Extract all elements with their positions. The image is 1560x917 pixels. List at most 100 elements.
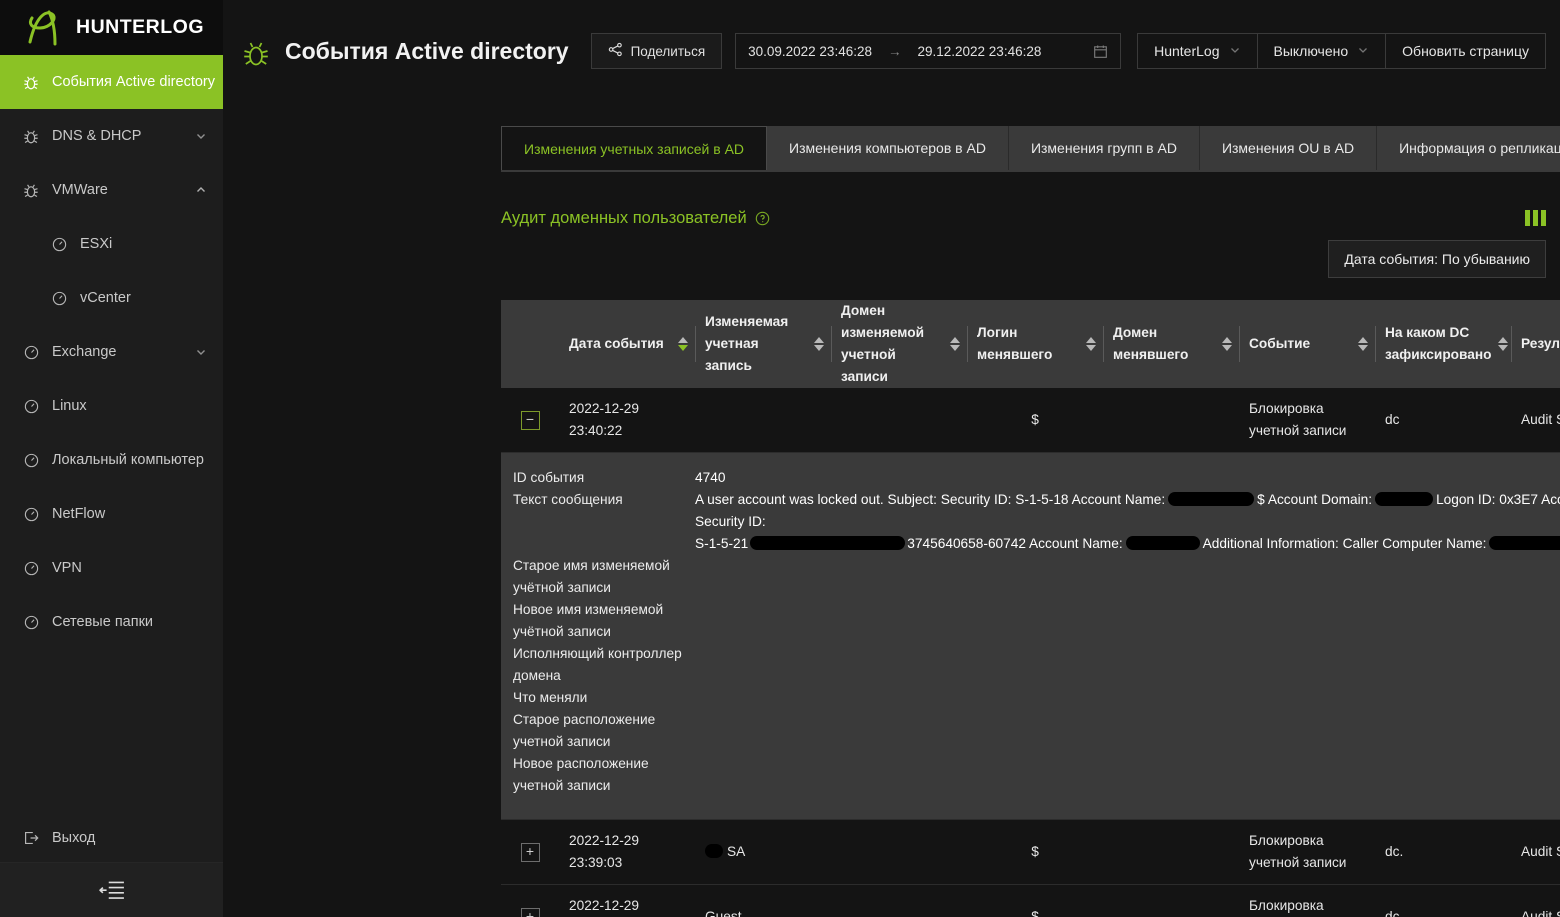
sort-toggle-icon[interactable] — [1222, 337, 1233, 351]
detail-field-row: Исполняющий контроллер домена — [513, 643, 1560, 687]
collapse-sidebar-icon[interactable] — [0, 862, 223, 917]
column-header-dc[interactable]: На каком DC зафиксировано — [1375, 300, 1511, 388]
cell-result: Audit Success — [1511, 819, 1560, 885]
sidebar-item-label: Локальный компьютер — [52, 452, 204, 468]
detail-field-list: Старое имя изменяемой учётной записи Нов… — [501, 555, 1560, 797]
sidebar: HUNTERLOG События Active directory DNS &… — [0, 0, 223, 917]
refresh-page-label: Обновить страницу — [1402, 43, 1529, 59]
gauge-icon — [50, 289, 68, 307]
account-select[interactable]: HunterLog — [1137, 33, 1258, 69]
cell-login-domain — [1103, 819, 1239, 885]
cell-dc: dc. — [1375, 819, 1511, 885]
sidebar-item-vmware[interactable]: VMWare — [0, 163, 223, 217]
tab-account-changes[interactable]: Изменения учетных записей в AD — [501, 126, 768, 170]
column-header-event-date[interactable]: Дата события — [559, 300, 695, 388]
refresh-page-button[interactable]: Обновить страницу — [1386, 33, 1546, 69]
cell-result: Audit Success — [1511, 884, 1560, 917]
gauge-icon — [22, 613, 40, 631]
chevron-down-icon — [195, 130, 207, 142]
expand-row-icon[interactable]: + — [520, 842, 540, 862]
date-range-picker[interactable]: 30.09.2022 23:46:28 → 29.12.2022 23:46:2… — [735, 33, 1122, 69]
date-to-value[interactable]: 29.12.2022 23:46:28 — [917, 44, 1041, 59]
detail-field-label: Новое расположение учетной записи — [513, 756, 649, 793]
row-expander-cell[interactable]: + — [501, 884, 559, 917]
row-expander-cell[interactable]: − — [501, 388, 559, 453]
sort-toggle-icon[interactable] — [950, 337, 961, 351]
expand-row-icon[interactable]: + — [520, 907, 540, 917]
column-header-changed-account[interactable]: Изменяемая учетная запись — [695, 300, 831, 388]
sort-toggle-icon[interactable] — [1086, 337, 1097, 351]
table-row[interactable]: + 2022-12-29 23:39:03 SA $ Блокировка уч… — [501, 819, 1560, 885]
question-circle-icon[interactable] — [755, 211, 770, 226]
sort-order-chip[interactable]: Дата события: По убыванию — [1328, 240, 1546, 278]
table-row[interactable]: − 2022-12-29 23:40:22 $ Блокировка учетн… — [501, 388, 1560, 453]
sidebar-item-label: Linux — [52, 398, 87, 414]
sort-toggle-icon[interactable] — [814, 337, 825, 351]
detail-event-id-row: ID события 4740 — [501, 467, 1560, 489]
calendar-icon[interactable] — [1093, 44, 1108, 59]
detail-field-row: Старое имя изменяемой учётной записи — [513, 555, 1560, 599]
detail-message-row: Текст сообщения A user account was locke… — [501, 489, 1560, 555]
bug-icon — [22, 181, 40, 199]
sidebar-item-linux[interactable]: Linux — [0, 379, 223, 433]
row-detail-panel: ID события 4740 Текст сообщения A user a… — [501, 453, 1560, 819]
table-row[interactable]: + 2022-12-29 23:38:12 Guest $ Блокировка… — [501, 884, 1560, 917]
row-expander-cell[interactable]: + — [501, 819, 559, 885]
account-select-value: HunterLog — [1154, 43, 1220, 59]
detail-field-row: Новое расположение учетной записи — [513, 753, 1560, 797]
brand[interactable]: HUNTERLOG — [0, 0, 223, 55]
detail-field-row: Что меняли — [513, 687, 1560, 709]
sidebar-item-label: Exchange — [52, 344, 117, 360]
date-from-value[interactable]: 30.09.2022 23:46:28 — [748, 44, 872, 59]
sidebar-item-vpn[interactable]: VPN — [0, 541, 223, 595]
column-header-label: Логин менявшего — [977, 325, 1053, 362]
detail-message-label: Текст сообщения — [513, 492, 623, 507]
column-header-event[interactable]: Событие — [1239, 300, 1375, 388]
sidebar-item-dns-dhcp[interactable]: DNS & DHCP — [0, 109, 223, 163]
sort-toggle-icon[interactable] — [1497, 337, 1509, 351]
table-row-detail: ID события 4740 Текст сообщения A user a… — [501, 452, 1560, 820]
column-header-changed-account-domain[interactable]: Домен изменяемой учетной записи — [831, 300, 967, 388]
message-part-6: Additional Information: Caller Computer … — [1202, 536, 1487, 551]
sort-toggle-icon[interactable] — [1358, 337, 1369, 351]
cell-event-date: 2022-12-29 23:40:22 — [559, 388, 695, 453]
gauge-icon — [22, 343, 40, 361]
chevron-down-icon — [1357, 43, 1369, 59]
tab-ou-changes[interactable]: Изменения OU в AD — [1199, 126, 1378, 170]
chevron-down-icon — [1229, 43, 1241, 59]
tab-computer-changes[interactable]: Изменения компьютеров в AD — [767, 126, 1009, 170]
bar-chart-icon[interactable] — [1525, 210, 1546, 226]
sidebar-item-label: vCenter — [80, 290, 131, 306]
collapse-row-icon[interactable]: − — [520, 410, 540, 430]
sidebar-item-label: VPN — [52, 560, 82, 576]
sidebar-item-active-directory[interactable]: События Active directory — [0, 55, 223, 109]
gauge-icon — [22, 559, 40, 577]
cell-result: Audit Success — [1511, 388, 1560, 453]
sidebar-item-network-folders[interactable]: Сетевые папки — [0, 595, 223, 649]
tab-replication-info[interactable]: Информация о репликациях AD — [1377, 126, 1560, 170]
sort-toggle-icon[interactable] — [678, 337, 689, 351]
column-header-label: Домен изменяемой учетной записи — [841, 303, 925, 384]
sidebar-item-label: NetFlow — [52, 506, 106, 522]
sidebar-item-logout[interactable]: Выход — [0, 814, 223, 862]
sidebar-item-label: ESXi — [80, 236, 113, 252]
autorefresh-select[interactable]: Выключено — [1257, 33, 1387, 69]
sidebar-item-local-computer[interactable]: Локальный компьютер — [0, 433, 223, 487]
cell-event-date: 2022-12-29 23:39:03 — [559, 819, 695, 885]
column-header-result[interactable]: Результат — [1511, 300, 1560, 388]
column-header-login-domain[interactable]: Домен менявшего — [1103, 300, 1239, 388]
sidebar-item-vcenter[interactable]: vCenter — [0, 271, 223, 325]
card-title: Аудит доменных пользователей — [501, 209, 770, 228]
cell-login: $ — [967, 884, 1103, 917]
logout-icon — [22, 829, 40, 847]
sidebar-item-netflow[interactable]: NetFlow — [0, 487, 223, 541]
sidebar-item-exchange[interactable]: Exchange — [0, 325, 223, 379]
events-table: Дата события Изменяемая учетная запись Д… — [501, 300, 1560, 917]
sidebar-item-esxi[interactable]: ESXi — [0, 217, 223, 271]
cell-changed-account-domain — [831, 819, 967, 885]
share-button[interactable]: Поделиться — [590, 33, 723, 69]
column-header-login[interactable]: Логин менявшего — [967, 300, 1103, 388]
tab-group-changes[interactable]: Изменения групп в AD — [1008, 126, 1200, 170]
detail-field-label: Старое расположение учетной записи — [513, 712, 656, 749]
autorefresh-select-value: Выключено — [1273, 43, 1349, 59]
